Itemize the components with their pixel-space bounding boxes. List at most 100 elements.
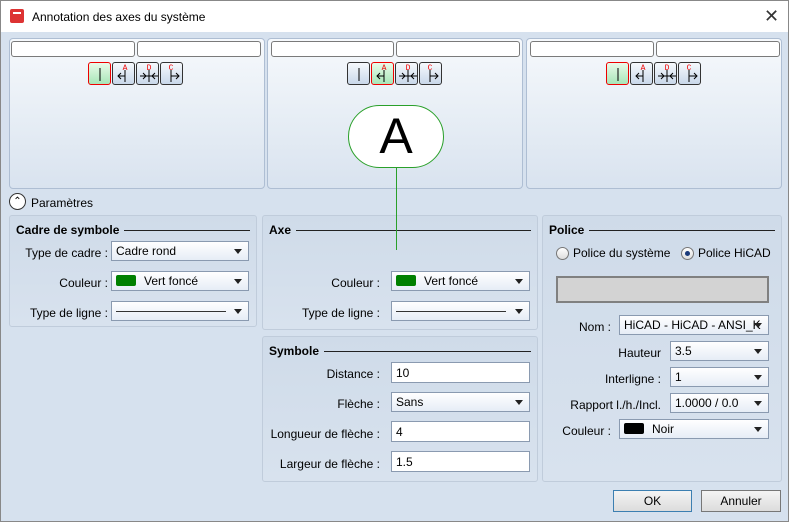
axis-style-line-only-button[interactable] xyxy=(347,62,370,85)
type-cadre-dropdown[interactable]: Cadre rond xyxy=(111,241,249,261)
cadre-section: Cadre de symbole Type de cadre : Cadre r… xyxy=(9,215,257,327)
axe-color-dropdown[interactable]: Vert foncé xyxy=(391,271,530,291)
label-input-3[interactable] xyxy=(271,41,394,57)
interligne-dropdown[interactable]: 1 xyxy=(670,367,769,387)
cadre-title: Cadre de symbole xyxy=(16,223,250,237)
line-only-icon xyxy=(358,68,360,81)
type-cadre-label: Type de cadre : xyxy=(25,246,108,260)
police-section: Police Police du système Police HiCAD No… xyxy=(542,215,782,482)
axe-line-label: Type de ligne : xyxy=(301,306,380,320)
svg-text:D: D xyxy=(406,64,411,73)
hauteur-dropdown[interactable]: 3.5 xyxy=(670,341,769,361)
label-input-1[interactable] xyxy=(11,41,135,57)
cadre-color-label: Couleur : xyxy=(59,276,108,290)
radio-label: Police du système xyxy=(573,246,671,260)
line-style xyxy=(116,311,226,312)
arrows-both-icon: D xyxy=(140,64,158,82)
close-icon[interactable]: ✕ xyxy=(764,6,779,27)
line-only-icon xyxy=(99,68,101,81)
distance-label: Distance : xyxy=(326,367,380,381)
axis-style-arrow-left-button[interactable]: A xyxy=(371,62,394,85)
rapport-label: Rapport l./h./Incl. xyxy=(570,398,661,412)
radio-hicad-font[interactable]: Police HiCAD xyxy=(681,246,771,260)
largeur-input[interactable]: 1.5 xyxy=(391,451,530,472)
radio-circle xyxy=(681,246,694,260)
cancel-button[interactable]: Annuler xyxy=(701,490,781,512)
axis-line-preview xyxy=(396,168,397,250)
police-color-label: Couleur : xyxy=(562,424,611,438)
arrow-left-icon: A xyxy=(376,64,387,82)
radio-system-font[interactable]: Police du système xyxy=(556,246,670,260)
axis-style-line-only-button[interactable] xyxy=(606,62,629,85)
arrow-right-icon: C xyxy=(169,64,180,82)
label-input-4[interactable] xyxy=(396,41,520,57)
preview-panel-left xyxy=(9,38,265,189)
dialog-title: Annotation des axes du système xyxy=(32,10,206,24)
svg-text:C: C xyxy=(687,64,692,73)
color-swatch xyxy=(624,423,644,434)
axis-style-arrows-both-button[interactable]: D xyxy=(395,62,418,85)
axis-style-arrows-both-button[interactable]: D xyxy=(136,62,159,85)
symbole-section: Symbole Distance : 10 Flèche : Sans Long… xyxy=(262,336,538,482)
color-value: Vert foncé xyxy=(144,274,199,288)
arrow-right-icon: C xyxy=(428,64,439,82)
color-value: Noir xyxy=(652,422,675,436)
arrow-right-icon: C xyxy=(687,64,698,82)
radio-label: Police HiCAD xyxy=(698,246,771,260)
svg-text:A: A xyxy=(641,64,646,73)
arrows-both-icon: D xyxy=(658,64,676,82)
line-style xyxy=(396,311,506,312)
font-preview xyxy=(556,276,769,303)
axe-title: Axe xyxy=(269,223,531,237)
label-input-6[interactable] xyxy=(656,41,780,57)
color-value: Vert foncé xyxy=(424,274,479,288)
cadre-line-label: Type de ligne : xyxy=(29,306,108,320)
axis-style-arrow-right-button[interactable]: C xyxy=(160,62,183,85)
police-title: Police xyxy=(549,223,775,237)
arrow-left-icon: A xyxy=(635,64,646,82)
label-input-2[interactable] xyxy=(137,41,261,57)
cadre-line-dropdown[interactable] xyxy=(111,301,249,321)
svg-text:D: D xyxy=(147,64,152,73)
police-color-dropdown[interactable]: Noir xyxy=(619,419,769,439)
cadre-color-dropdown[interactable]: Vert foncé xyxy=(111,271,249,291)
axis-style-line-only-button[interactable] xyxy=(88,62,111,85)
collapse-params-icon[interactable]: ⌃ xyxy=(9,193,26,210)
svg-text:C: C xyxy=(169,64,174,73)
longueur-input[interactable]: 4 xyxy=(391,421,530,442)
axis-symbol-preview: A xyxy=(348,105,444,168)
symbole-title: Symbole xyxy=(269,344,531,358)
axis-style-arrow-left-button[interactable]: A xyxy=(112,62,135,85)
fleche-dropdown[interactable]: Sans xyxy=(391,392,530,412)
axis-style-arrows-both-button[interactable]: D xyxy=(654,62,677,85)
longueur-label: Longueur de flèche : xyxy=(270,427,380,441)
largeur-label: Largeur de flèche : xyxy=(279,457,380,471)
axe-line-dropdown[interactable] xyxy=(391,301,530,321)
dialog: Annotation des axes du système ✕ A D C A D C A… xyxy=(0,0,789,522)
color-swatch xyxy=(116,275,136,286)
rapport-dropdown[interactable]: 1.0000 / 0.0 xyxy=(670,393,769,413)
axe-section: Axe Couleur : Vert foncé Type de ligne : xyxy=(262,215,538,330)
axis-style-arrow-right-button[interactable]: C xyxy=(678,62,701,85)
title-bar: Annotation des axes du système ✕ xyxy=(1,1,788,32)
nom-label: Nom : xyxy=(578,320,611,334)
svg-text:A: A xyxy=(123,64,128,73)
hauteur-label: Hauteur xyxy=(618,346,661,360)
preview-panel-right xyxy=(526,38,782,189)
axe-color-label: Couleur : xyxy=(331,276,380,290)
fleche-label: Flèche : xyxy=(337,397,380,411)
nom-dropdown[interactable]: HiCAD - HiCAD - ANSI_K xyxy=(619,315,769,335)
axis-style-arrow-left-button[interactable]: A xyxy=(630,62,653,85)
line-only-icon xyxy=(617,68,619,81)
radio-circle xyxy=(556,246,569,260)
arrows-both-icon: D xyxy=(399,64,417,82)
svg-text:C: C xyxy=(428,64,433,73)
ok-button[interactable]: OK xyxy=(613,490,692,512)
axis-style-arrow-right-button[interactable]: C xyxy=(419,62,442,85)
label-input-5[interactable] xyxy=(530,41,654,57)
params-label: Paramètres xyxy=(31,196,94,210)
app-icon xyxy=(10,9,24,23)
arrow-left-icon: A xyxy=(117,64,128,82)
distance-input[interactable]: 10 xyxy=(391,362,530,383)
svg-text:A: A xyxy=(382,64,387,73)
